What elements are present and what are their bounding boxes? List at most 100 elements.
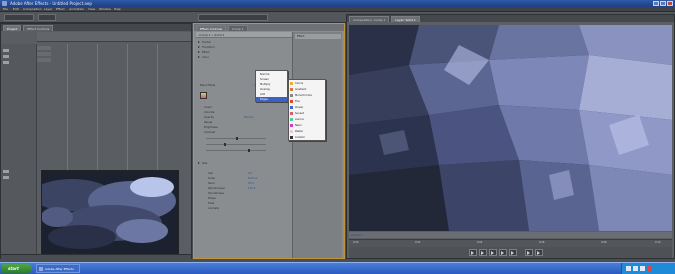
play-button[interactable] xyxy=(489,249,497,256)
effect-row[interactable]: Phase xyxy=(208,197,300,201)
menu-item[interactable]: Monochrome xyxy=(289,93,325,98)
start-button[interactable]: start xyxy=(2,264,32,273)
size-slider[interactable] xyxy=(206,149,266,152)
effect-row[interactable]: Fade xyxy=(208,202,300,206)
prev-frame-icon xyxy=(481,251,484,255)
tab-comp[interactable]: Comp 1 xyxy=(228,25,248,31)
tab-layer[interactable]: Layer: Solid 1 xyxy=(391,16,420,22)
tool-group-2[interactable] xyxy=(38,14,56,21)
alert-icon[interactable] xyxy=(647,266,652,271)
swatch-icon xyxy=(290,118,293,121)
swatch-icon xyxy=(290,94,293,97)
effect-row[interactable]: Smoothness xyxy=(208,192,300,196)
footage-thumbnail[interactable] xyxy=(41,170,179,254)
time-tick: 0:08 xyxy=(601,241,607,244)
tray-app-icon[interactable] xyxy=(640,266,645,271)
composition-panel: Composition: Comp 1 Layer: Solid 1 Comp … xyxy=(346,14,675,259)
time-ruler-viewer[interactable]: 0:00 0:02 0:04 0:06 0:08 0:10 xyxy=(349,239,672,247)
menu-item[interactable]: Ocean xyxy=(289,105,325,110)
effect-row[interactable]: Fractal xyxy=(198,41,290,45)
colormap-submenu[interactable]: Colors Gradient Monochrome Fire Ocean Su… xyxy=(288,79,326,141)
swatch-icon xyxy=(290,88,293,91)
tool-group-left[interactable] xyxy=(4,14,34,21)
effect-row[interactable]: Seed xyxy=(208,182,300,186)
effect-row[interactable]: Range xyxy=(204,121,296,125)
menu-view[interactable]: View xyxy=(88,7,95,11)
ram-preview-button[interactable] xyxy=(535,249,543,256)
effect-row[interactable]: Animate xyxy=(208,207,300,211)
menu-layer[interactable]: Layer xyxy=(44,7,52,11)
menu-edit[interactable]: Edit xyxy=(13,7,19,11)
prev-frame-button[interactable] xyxy=(479,249,487,256)
color-swatch[interactable] xyxy=(200,92,207,99)
first-frame-button[interactable] xyxy=(469,249,477,256)
minimize-icon[interactable] xyxy=(653,1,659,6)
menu-item[interactable]: Pastel xyxy=(289,129,325,134)
menu-help[interactable]: Help xyxy=(114,7,121,11)
layer-name: Comp 1 • Solid 1 xyxy=(199,33,225,37)
network-icon[interactable] xyxy=(626,266,631,271)
effect-row[interactable]: Transform xyxy=(198,46,290,50)
twirl-icon[interactable] xyxy=(198,162,200,164)
scale-value[interactable]: Normal xyxy=(248,177,257,181)
tab-project[interactable]: Project xyxy=(3,25,22,31)
seed-value[interactable]: 50.0 xyxy=(248,182,254,186)
layer-icon xyxy=(3,49,9,52)
slider-knob[interactable] xyxy=(224,143,226,146)
slider-knob[interactable] xyxy=(236,137,238,140)
loop-button[interactable] xyxy=(525,249,533,256)
menu-item[interactable]: Sunset xyxy=(289,111,325,116)
menu-item[interactable]: Edges xyxy=(256,97,287,102)
cell-value[interactable]: 0.0 xyxy=(248,172,252,176)
after-effects-icon xyxy=(39,267,43,271)
effect-row[interactable]: Contrast xyxy=(204,131,296,135)
composition-viewer[interactable] xyxy=(349,25,672,231)
menu-item[interactable]: Colors xyxy=(289,81,325,86)
menu-item[interactable]: Neon xyxy=(289,123,325,128)
close-icon[interactable] xyxy=(667,1,673,6)
menu-item[interactable]: Gradient xyxy=(289,87,325,92)
menu-item[interactable]: Custom xyxy=(289,135,325,140)
opacity-value[interactable]: Normal xyxy=(244,116,253,120)
menu-file[interactable]: File xyxy=(3,7,8,11)
menu-composition[interactable]: Composition xyxy=(23,7,42,11)
layer-icon xyxy=(3,176,9,179)
time-tick: 0:10 xyxy=(655,241,661,244)
next-frame-button[interactable] xyxy=(499,249,507,256)
time-ruler xyxy=(37,32,191,42)
tool-group-mid[interactable] xyxy=(198,14,268,21)
effect-row[interactable]: Colorize xyxy=(204,111,296,115)
effect-row[interactable]: Cell xyxy=(208,172,300,176)
menu-item[interactable]: Aurora xyxy=(289,117,325,122)
blend-mode-menu[interactable]: Normal Screen Multiply Overlay Add Edges xyxy=(255,70,288,102)
effect-row[interactable]: Effect xyxy=(198,51,290,55)
effect-row[interactable]: Color xyxy=(198,56,290,60)
slider-knob[interactable] xyxy=(248,149,250,152)
effect-row[interactable]: Size xyxy=(198,162,290,166)
twirl-icon[interactable] xyxy=(198,46,200,48)
maximize-icon[interactable] xyxy=(660,1,666,6)
tab-effect-controls-left[interactable]: Effect Controls xyxy=(23,25,54,31)
time-tick: 0:04 xyxy=(477,241,483,244)
tab-composition[interactable]: Composition: Comp 1 xyxy=(349,16,390,22)
loop-icon xyxy=(527,251,530,255)
twirl-icon[interactable] xyxy=(198,51,200,53)
effect-row[interactable]: Brightness xyxy=(204,126,296,130)
twirl-icon[interactable] xyxy=(198,41,200,43)
effect-side-column: Effect xyxy=(292,32,342,258)
twirl-icon[interactable] xyxy=(198,56,200,58)
tab-effect-controls[interactable]: Effect Controls xyxy=(196,25,226,31)
effect-row[interactable]: Invert xyxy=(204,106,296,110)
layer-icon xyxy=(3,170,9,173)
volume-icon[interactable] xyxy=(633,266,638,271)
contrast-slider[interactable] xyxy=(206,143,266,146)
last-frame-button[interactable] xyxy=(509,249,517,256)
menu-animation[interactable]: Animation xyxy=(69,7,84,11)
menu-window[interactable]: Window xyxy=(99,7,111,11)
brightness-slider[interactable] xyxy=(206,137,266,140)
next-frame-icon xyxy=(501,251,504,255)
menu-effect[interactable]: Effect xyxy=(56,7,65,11)
randomness-value[interactable]: 100.0 xyxy=(248,187,255,191)
taskbar-item[interactable]: Adobe After Effects xyxy=(36,264,80,273)
menu-item[interactable]: Fire xyxy=(289,99,325,104)
